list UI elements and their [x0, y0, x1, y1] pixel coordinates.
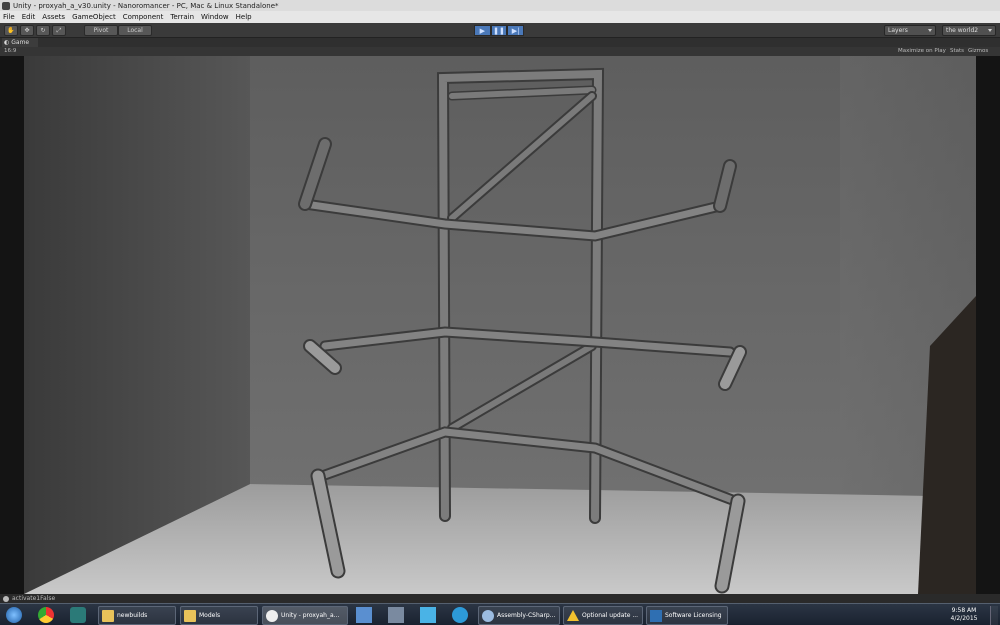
- taskbar-item-label: newbuilds: [117, 612, 148, 619]
- windows-taskbar: newbuilds Models Unity - proxyah_a... As…: [0, 603, 1000, 625]
- folder-icon: [102, 609, 114, 622]
- taskbar-item-newbuilds[interactable]: newbuilds: [98, 606, 176, 625]
- taskbar-item-optional-update[interactable]: Optional update ...: [563, 606, 643, 625]
- game-view-toolbar: 16:9 Maximize on Play Stats Gizmos: [0, 47, 1000, 56]
- licensing-icon: [650, 609, 662, 622]
- pivot-toggle-button[interactable]: Pivot: [84, 25, 118, 36]
- pinned-q-icon[interactable]: [452, 607, 468, 623]
- taskbar-item-label: Assembly-CSharp...: [497, 612, 556, 619]
- taskbar-item-models[interactable]: Models: [180, 606, 258, 625]
- move-tool-button[interactable]: ✥: [20, 25, 34, 36]
- menu-gameobject[interactable]: GameObject: [72, 13, 116, 21]
- menu-bar: File Edit Assets GameObject Component Te…: [0, 11, 1000, 23]
- gizmos-toggle[interactable]: Gizmos: [968, 48, 988, 54]
- window-titlebar: Unity - proxyah_a_v30.unity - Nanoromanc…: [0, 0, 1000, 11]
- warning-icon: [567, 610, 579, 621]
- tab-game[interactable]: ◐ Game: [2, 38, 38, 47]
- show-desktop-button[interactable]: [990, 606, 998, 625]
- hand-tool-button[interactable]: ✋: [4, 25, 18, 36]
- start-button-icon[interactable]: [6, 607, 22, 623]
- window-title: Unity - proxyah_a_v30.unity - Nanoromanc…: [13, 1, 279, 10]
- menu-terrain[interactable]: Terrain: [170, 13, 194, 21]
- layers-dropdown[interactable]: Layers: [884, 25, 936, 36]
- game-tab-bar: ◐ Game: [0, 38, 1000, 47]
- pivot-label: Pivot: [93, 27, 109, 34]
- local-label: Local: [127, 27, 143, 34]
- info-icon: [3, 595, 9, 602]
- main-toolbar: ✋ ✥ ↻ ⤢ Pivot Local ▶ ❚❚ ▶| Layers the w…: [0, 23, 1000, 38]
- taskbar-item-label: Models: [199, 612, 221, 619]
- hand-icon: ✋: [7, 27, 15, 34]
- left-letterbox: [0, 56, 24, 594]
- playback-controls: ▶ ❚❚ ▶|: [474, 25, 525, 36]
- scene-render: [0, 56, 1000, 594]
- clock-date: 4/2/2015: [950, 615, 978, 622]
- stats-toggle[interactable]: Stats: [950, 48, 964, 54]
- pause-button[interactable]: ❚❚: [490, 25, 508, 36]
- folder-icon: [184, 609, 196, 622]
- unity-icon: [266, 609, 278, 622]
- chevron-down-icon: [988, 29, 992, 32]
- play-icon: ▶: [479, 26, 486, 35]
- menu-window[interactable]: Window: [201, 13, 229, 21]
- play-button[interactable]: ▶: [474, 25, 491, 36]
- menu-help[interactable]: Help: [236, 13, 252, 21]
- layout-dropdown[interactable]: the world2: [942, 25, 996, 36]
- chrome-icon[interactable]: [38, 607, 54, 623]
- taskbar-item-label: Optional update ...: [582, 612, 639, 619]
- step-icon: ▶|: [511, 26, 520, 35]
- tab-game-label: Game: [11, 39, 30, 46]
- monodevelop-icon: [482, 609, 494, 622]
- clock-time: 9:58 AM: [951, 607, 977, 614]
- game-icon: ◐: [4, 39, 10, 46]
- move-icon: ✥: [24, 27, 30, 34]
- maximize-on-play-toggle[interactable]: Maximize on Play: [898, 48, 946, 54]
- menu-component[interactable]: Component: [123, 13, 164, 21]
- rotate-icon: ↻: [40, 27, 46, 34]
- pinned-window-icon[interactable]: [388, 607, 404, 623]
- menu-assets[interactable]: Assets: [42, 13, 65, 21]
- taskbar-item-unity[interactable]: Unity - proxyah_a...: [262, 606, 348, 625]
- step-button[interactable]: ▶|: [507, 25, 525, 36]
- pinned-app-icon[interactable]: [356, 607, 372, 623]
- taskbar-item-label: Software Licensing: [665, 612, 722, 619]
- app-launcher-icon[interactable]: [70, 607, 86, 623]
- game-viewport[interactable]: [0, 56, 1000, 594]
- menu-edit[interactable]: Edit: [22, 13, 36, 21]
- unity-app-icon: [2, 1, 10, 10]
- right-letterbox: [976, 56, 1000, 594]
- rotate-tool-button[interactable]: ↻: [36, 25, 50, 36]
- layers-label: Layers: [888, 27, 908, 34]
- scale-icon: ⤢: [56, 26, 62, 34]
- system-clock[interactable]: 9:58 AM 4/2/2015: [946, 607, 982, 623]
- pinned-tool-icon[interactable]: [420, 607, 436, 623]
- status-message: activate1False: [12, 595, 56, 602]
- taskbar-item-label: Unity - proxyah_a...: [281, 612, 340, 619]
- aspect-dropdown[interactable]: 16:9: [4, 48, 16, 54]
- scale-tool-button[interactable]: ⤢: [52, 25, 66, 36]
- pause-icon: ❚❚: [493, 26, 505, 35]
- taskbar-item-monodevelop[interactable]: Assembly-CSharp...: [478, 606, 560, 625]
- layout-label: the world2: [946, 27, 979, 34]
- status-bar[interactable]: activate1False: [0, 594, 1000, 603]
- menu-file[interactable]: File: [3, 13, 15, 21]
- local-toggle-button[interactable]: Local: [118, 25, 152, 36]
- taskbar-item-software-licensing[interactable]: Software Licensing: [646, 606, 728, 625]
- chevron-down-icon: [928, 29, 932, 32]
